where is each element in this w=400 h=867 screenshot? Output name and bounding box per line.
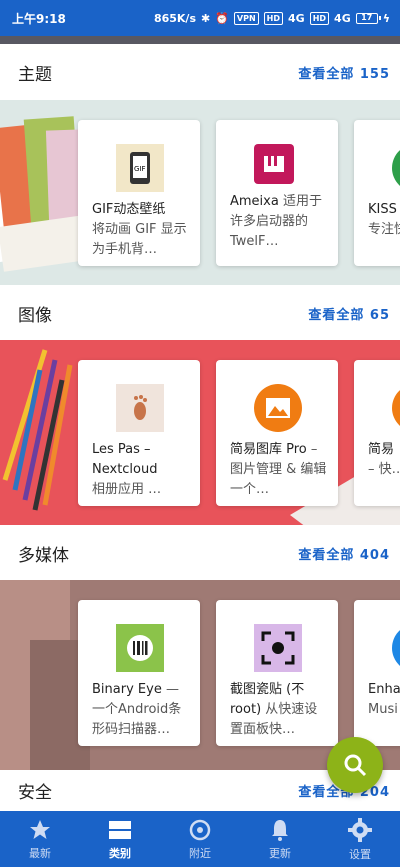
alarm-icon: ⏰	[215, 11, 229, 25]
signal-2: 4G	[334, 11, 351, 25]
charging-icon: ϟ	[382, 11, 390, 25]
nav-label: 更新	[269, 846, 291, 860]
app-desc: Musi Conf	[368, 702, 400, 717]
section-title: 多媒体	[18, 545, 69, 566]
search-fab[interactable]	[327, 737, 383, 793]
section-title: 主题	[18, 64, 52, 85]
network-speed: 865K/s	[153, 11, 196, 25]
nav-categories[interactable]: 类别	[80, 811, 160, 867]
nearby-icon	[189, 819, 211, 840]
nav-updates[interactable]: 更新	[240, 811, 320, 867]
app-name: Ameixa	[230, 194, 279, 209]
app-name: GIF动态壁纸	[92, 202, 166, 217]
toolbar-shadow	[0, 36, 400, 44]
svg-text:GIF: GIF	[134, 165, 146, 173]
footprint-icon	[116, 384, 164, 432]
app-desc: 专注快速	[368, 222, 400, 237]
app-card[interactable]: Binary Eye — 一个Android条形码扫描器…	[78, 600, 200, 746]
app-card[interactable]: 截图瓷贴 (不 root) 从快速设置面板快…	[216, 600, 338, 746]
ameixa-icon	[254, 144, 294, 184]
bell-icon	[272, 819, 288, 841]
app-name: Binary Eye	[92, 682, 162, 697]
gallery-icon	[392, 384, 400, 432]
nav-label: 最新	[29, 846, 51, 860]
app-name: Les Pas – Nextcloud	[92, 442, 158, 477]
app-card[interactable]: Les Pas – Nextcloud 相册应用 …	[78, 360, 200, 506]
app-card[interactable]: 简易图库 Pro – 图片管理 & 编辑 一个…	[216, 360, 338, 506]
music-app-icon	[392, 624, 400, 672]
binary-eye-icon	[116, 624, 164, 672]
nav-nearby[interactable]: 附近	[160, 811, 240, 867]
category-band-themes[interactable]: GIF GIF动态壁纸将动画 GIF 显示为手机背… Ameixa 适用于许多启…	[0, 100, 400, 290]
nav-latest[interactable]: 最新	[0, 811, 80, 867]
status-bar: 上午9:18 865K/s ✱ ⏰ VPN HD 4G HD 4G 17 ϟ	[0, 0, 400, 36]
section-header-themes: 主题 查看全部 155	[0, 44, 400, 100]
app-card[interactable]: KISS 专注快速	[354, 120, 400, 266]
battery-icon: 17	[355, 12, 381, 24]
screenshot-tile-icon	[254, 624, 302, 672]
nav-settings[interactable]: 设置	[320, 811, 400, 867]
signal-1: 4G	[288, 11, 305, 25]
bottom-navigation: 最新 类别 附近 更新 设置	[0, 811, 400, 867]
gallery-icon	[254, 384, 302, 432]
app-card[interactable]: Enha Musi Conf	[354, 600, 400, 746]
status-time: 上午9:18	[12, 11, 66, 26]
app-name: 简易图库 Pro	[230, 442, 307, 457]
section-title: 安全	[18, 782, 52, 803]
nav-label: 类别	[109, 846, 131, 860]
section-header-multimedia: 多媒体 查看全部 404	[0, 525, 400, 581]
nav-label: 设置	[349, 847, 371, 861]
app-desc: 将动画 GIF 显示为手机背…	[92, 222, 187, 257]
bluetooth-icon: ✱	[201, 11, 211, 25]
search-icon	[344, 754, 367, 777]
see-all-link[interactable]: 查看全部 155	[298, 63, 390, 82]
app-desc: 相册应用 …	[92, 482, 162, 497]
app-card[interactable]: 简易 – 快… 的画	[354, 360, 400, 506]
section-header-images: 图像 查看全部 65	[0, 285, 400, 341]
see-all-link[interactable]: 查看全部 404	[298, 544, 390, 563]
app-name: KISS	[368, 202, 397, 217]
categories-icon	[109, 820, 131, 839]
section-title: 图像	[18, 305, 52, 326]
app-name: 简易	[368, 442, 395, 457]
star-icon	[30, 819, 50, 839]
hd-badge-2: HD	[309, 11, 330, 25]
app-card[interactable]: GIF GIF动态壁纸将动画 GIF 显示为手机背…	[78, 120, 200, 266]
status-indicators: 865K/s ✱ ⏰ VPN HD 4G HD 4G 17 ϟ	[153, 11, 390, 25]
gif-wallpaper-icon: GIF	[116, 144, 164, 192]
see-all-link[interactable]: 查看全部 65	[308, 304, 390, 323]
app-card[interactable]: Ameixa 适用于许多启动器的 TwelF…	[216, 120, 338, 266]
vpn-badge: VPN	[233, 11, 259, 25]
images-banner-art	[2, 349, 400, 530]
app-name: Enha	[368, 682, 400, 697]
themes-banner-art	[0, 116, 113, 272]
app-desc: – 快… 的画	[368, 462, 400, 477]
gear-icon	[348, 817, 372, 842]
nav-label: 附近	[189, 846, 211, 860]
kiss-launcher-icon	[392, 144, 400, 192]
hd-badge-1: HD	[263, 11, 284, 25]
category-band-images[interactable]: Les Pas – Nextcloud 相册应用 … 简易图库 Pro – 图片管…	[0, 340, 400, 530]
